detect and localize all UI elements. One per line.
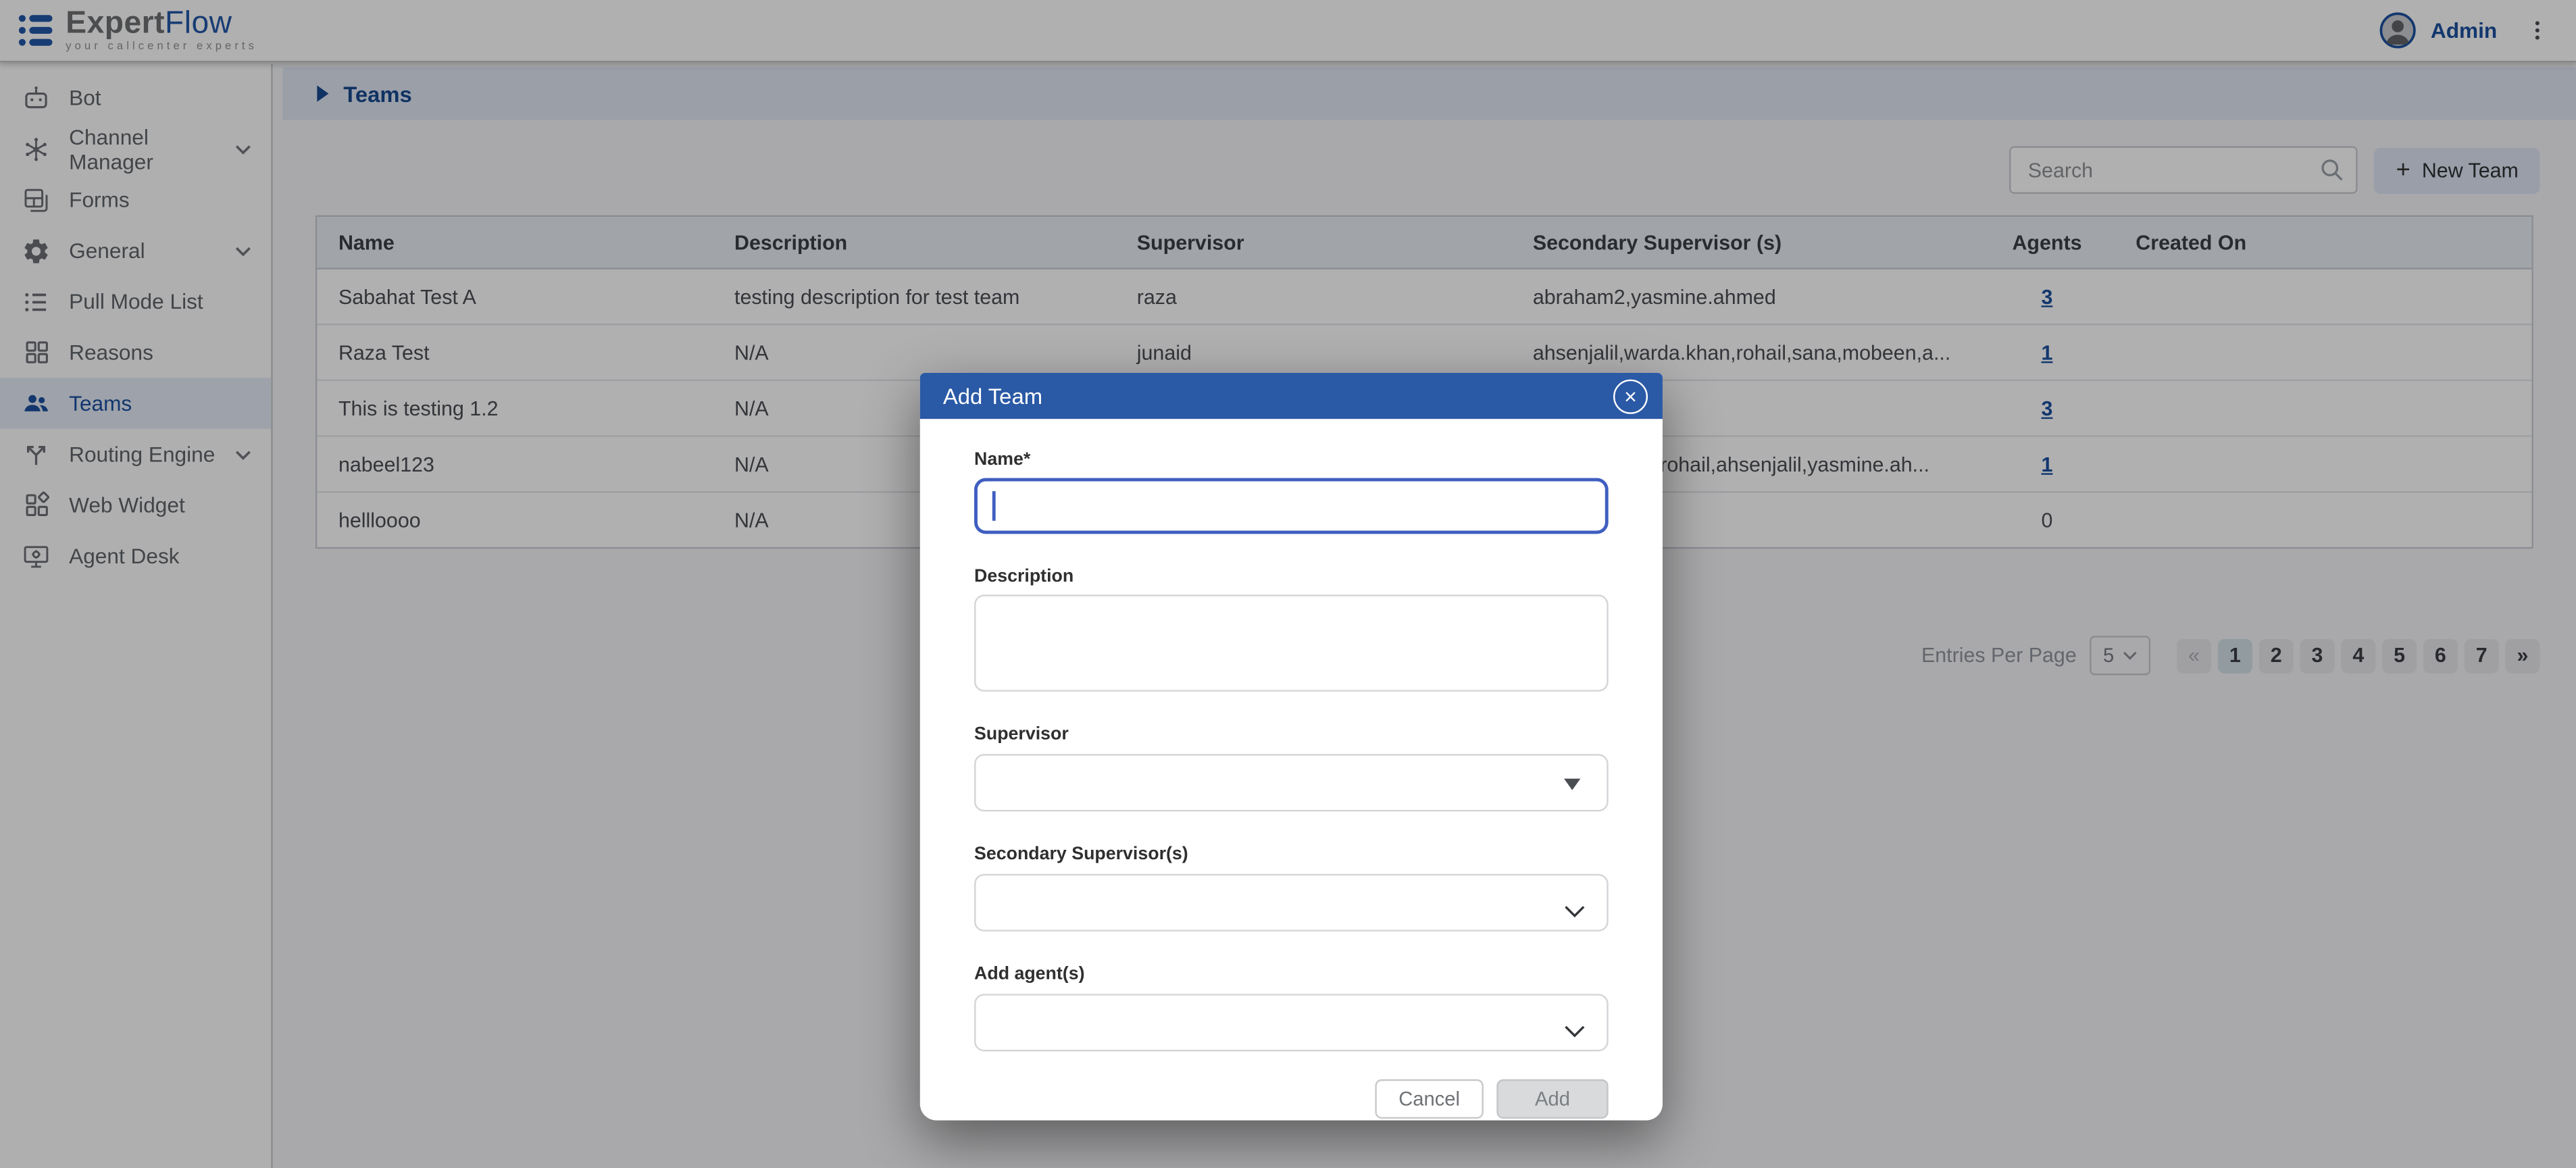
chevron-down-icon [1564, 1017, 1586, 1046]
add-team-modal: Add Team Name* Description Supervisor Se… [920, 373, 1663, 1120]
modal-footer: Cancel Add [920, 1051, 1663, 1119]
add-agents-select[interactable] [974, 994, 1609, 1051]
secondary-supervisor-select[interactable] [974, 874, 1609, 932]
cancel-button[interactable]: Cancel [1375, 1080, 1483, 1119]
name-field-label: Name* [974, 450, 1609, 469]
add-button[interactable]: Add [1496, 1080, 1608, 1119]
text-cursor [992, 491, 995, 521]
caret-down-icon [1564, 779, 1580, 790]
chevron-down-icon [1564, 897, 1586, 927]
modal-header: Add Team [920, 373, 1663, 419]
team-name-input[interactable] [974, 478, 1609, 534]
supervisor-select[interactable] [974, 754, 1609, 811]
app-window: ExpertFlow your callcenter experts Admin [0, 0, 2576, 1168]
supervisor-field-label: Supervisor [974, 724, 1609, 744]
modal-title: Add Team [943, 384, 1042, 408]
modal-body: Name* Description Supervisor Secondary S… [920, 450, 1663, 1051]
description-field-label: Description [974, 567, 1609, 586]
close-icon[interactable] [1613, 379, 1648, 413]
team-description-textarea[interactable] [974, 594, 1609, 691]
secondary-supervisor-field-label: Secondary Supervisor(s) [974, 844, 1609, 864]
add-agents-field-label: Add agent(s) [974, 964, 1609, 984]
